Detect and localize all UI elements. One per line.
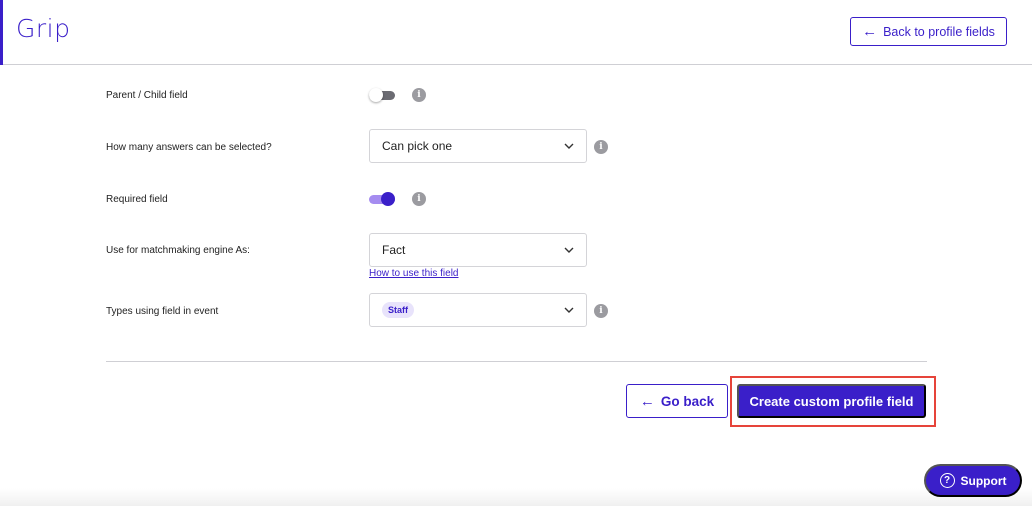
required-label: Required field	[106, 194, 168, 205]
toggle-knob	[369, 88, 383, 102]
parent-child-toggle[interactable]	[369, 88, 397, 102]
grip-logo[interactable]: Grip	[16, 14, 70, 43]
answers-select-value: Can pick one	[382, 139, 453, 153]
toggle-knob	[381, 192, 395, 206]
matchmaking-select[interactable]: Fact	[369, 233, 587, 267]
go-back-button[interactable]: ← Go back	[626, 384, 728, 418]
back-to-profile-fields-label: Back to profile fields	[883, 24, 995, 39]
matchmaking-label: Use for matchmaking engine As:	[106, 245, 250, 256]
matchmaking-select-value: Fact	[382, 243, 406, 257]
section-divider	[106, 361, 927, 362]
staff-tag: Staff	[382, 302, 414, 318]
info-icon[interactable]: i	[594, 140, 608, 154]
answers-select[interactable]: Can pick one	[369, 129, 587, 163]
chevron-down-icon	[564, 143, 574, 149]
top-bar: Grip ← Back to profile fields	[0, 0, 1032, 65]
chevron-down-icon	[564, 307, 574, 313]
info-icon[interactable]: i	[412, 192, 426, 206]
go-back-label: Go back	[660, 393, 715, 409]
info-icon[interactable]: i	[594, 304, 608, 318]
parent-child-label: Parent / Child field	[106, 90, 188, 101]
answers-label: How many answers can be selected?	[106, 142, 272, 153]
required-toggle[interactable]	[369, 192, 397, 206]
question-icon: ?	[939, 473, 955, 488]
how-to-use-field-link[interactable]: How to use this field	[369, 268, 459, 279]
header-accent-bar	[0, 0, 3, 65]
arrow-left-icon: ←	[639, 392, 655, 410]
types-select[interactable]: Staff	[369, 293, 587, 327]
chevron-down-icon	[564, 247, 574, 253]
create-custom-profile-field-button[interactable]: Create custom profile field	[737, 384, 926, 418]
support-label: Support	[960, 473, 1007, 488]
types-label: Types using field in event	[106, 306, 219, 317]
arrow-left-icon: ←	[862, 23, 878, 40]
bottom-shadow	[0, 488, 1032, 506]
info-icon[interactable]: i	[412, 88, 426, 102]
back-to-profile-fields-button[interactable]: ← Back to profile fields	[850, 17, 1007, 46]
